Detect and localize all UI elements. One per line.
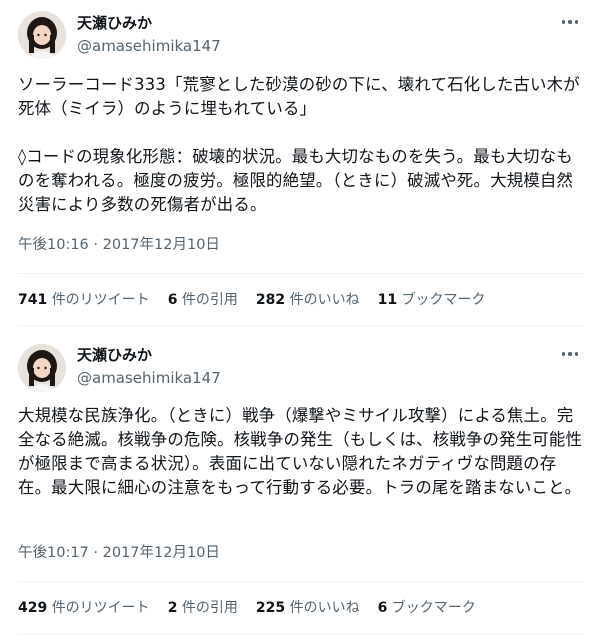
tweet-text: 大規模な民族浄化。（ときに）戦争（爆撃やミサイル攻撃）による焦土。完全なる絶滅。… bbox=[18, 406, 583, 497]
more-options-icon[interactable] bbox=[559, 12, 581, 32]
more-options-icon[interactable] bbox=[559, 344, 581, 364]
author-handle[interactable]: @amasehimika147 bbox=[77, 368, 221, 388]
divider bbox=[18, 273, 583, 274]
author-handle[interactable]: @amasehimika147 bbox=[77, 36, 221, 56]
quote-count[interactable]: 6 件の引用 bbox=[168, 290, 238, 310]
tweet-timestamp[interactable]: 午後10:16 · 2017年12月10日 bbox=[18, 235, 220, 255]
tweet-stats: 741 件のリツイート 6 件の引用 282 件のいいね 11 ブックマーク bbox=[18, 290, 486, 310]
divider bbox=[18, 325, 583, 326]
avatar-image bbox=[18, 344, 66, 392]
retweet-count[interactable]: 429 件のリツイート bbox=[18, 598, 150, 618]
retweet-count[interactable]: 741 件のリツイート bbox=[18, 290, 150, 310]
bookmark-count[interactable]: 11 ブックマーク bbox=[378, 290, 486, 310]
avatar[interactable] bbox=[18, 11, 66, 59]
like-count[interactable]: 225 件のいいね bbox=[256, 598, 360, 618]
like-count[interactable]: 282 件のいいね bbox=[256, 290, 360, 310]
author-name[interactable]: 天瀬ひみか bbox=[77, 13, 152, 33]
avatar-image bbox=[18, 11, 66, 59]
quote-count[interactable]: 2 件の引用 bbox=[168, 598, 238, 618]
author-name[interactable]: 天瀬ひみか bbox=[77, 345, 152, 365]
divider bbox=[18, 634, 583, 635]
tweet-text: ソーラーコード333「荒寥とした砂漠の砂の下に、壊れて石化した古い木が死体（ミイ… bbox=[18, 75, 580, 214]
divider bbox=[18, 581, 583, 582]
bookmark-count[interactable]: 6 ブックマーク bbox=[378, 598, 476, 618]
avatar[interactable] bbox=[18, 344, 66, 392]
tweet-timestamp[interactable]: 午後10:17 · 2017年12月10日 bbox=[18, 543, 220, 563]
tweet-stats: 429 件のリツイート 2 件の引用 225 件のいいね 6 ブックマーク bbox=[18, 598, 476, 618]
